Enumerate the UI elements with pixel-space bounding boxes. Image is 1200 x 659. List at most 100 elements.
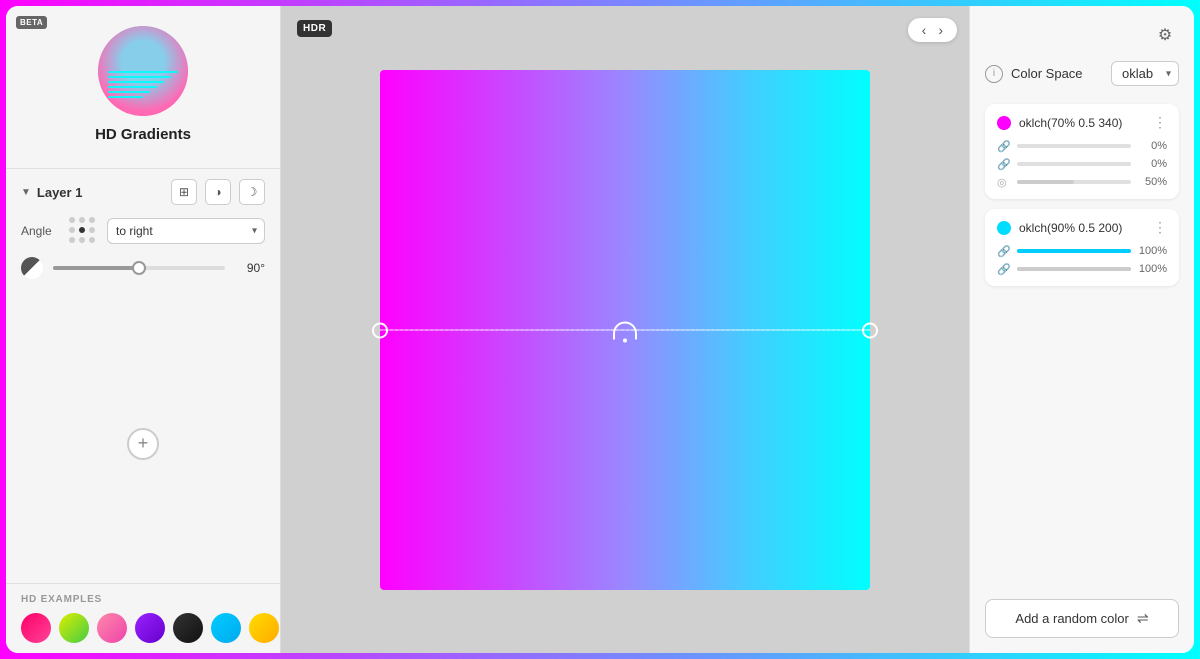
prev-btn[interactable]: ‹ (918, 22, 931, 38)
grid-icon-btn[interactable]: ⊞ (171, 179, 197, 205)
angle-label: Angle (21, 224, 59, 238)
link-icon-3: 🔗 (997, 244, 1011, 258)
angle-row: Angle to right to left to t (21, 217, 265, 245)
color-dot-1[interactable] (997, 116, 1011, 130)
slider-fill-2b (1017, 267, 1131, 271)
color-dot-2[interactable] (997, 221, 1011, 235)
slider-row-1a: 🔗 0% (997, 139, 1167, 153)
slider-track-1b[interactable] (1017, 162, 1131, 166)
slider-row-2b: 🔗 100% (997, 262, 1167, 276)
layer-section: ▼ Layer 1 ⊞ ◑ ☽ Angle (6, 168, 280, 304)
color-stop-2-header: oklch(90% 0.5 200) ⋮ (997, 219, 1167, 236)
collapse-arrow[interactable]: ▼ (21, 187, 31, 198)
add-btn-container: + (6, 304, 280, 583)
settings-area: ⚙ (985, 21, 1179, 49)
link-icon-1: 🔗 (997, 139, 1011, 153)
layer-title: Layer 1 (37, 185, 83, 200)
color-stop-2: oklch(90% 0.5 200) ⋮ 🔗 100% 🔗 100% (985, 209, 1179, 286)
link-icon-4: 🔗 (997, 262, 1011, 276)
color-space-wrapper[interactable]: oklab oklch srgb hsl (1111, 61, 1179, 86)
gradient-handle-left[interactable] (372, 322, 388, 338)
logo-lines (108, 71, 178, 101)
add-layer-button[interactable]: + (127, 428, 159, 460)
angle-slider-thumb[interactable] (132, 261, 146, 275)
dot-5-active[interactable] (79, 227, 85, 233)
slider-row-1c: ◎ 50% (997, 175, 1167, 189)
slider-track-1c[interactable] (1017, 180, 1131, 184)
dot-8[interactable] (79, 237, 85, 243)
swatch-pink[interactable] (97, 613, 127, 643)
add-random-button[interactable]: Add a random color ⇌ (985, 599, 1179, 638)
dot-1[interactable] (69, 217, 75, 223)
more-icon-2[interactable]: ⋮ (1153, 219, 1167, 236)
slider-value-1b: 0% (1137, 158, 1167, 170)
swatch-purple[interactable] (135, 613, 165, 643)
slider-row-2a: 🔗 100% (997, 244, 1167, 258)
info-icon[interactable]: i (985, 65, 1003, 83)
dot-9[interactable] (89, 237, 95, 243)
swatch-cyan[interactable] (211, 613, 241, 643)
hdr-badge: HDR (297, 20, 332, 37)
main-canvas: HDR ‹ › (281, 6, 969, 653)
angle-slider-row: 90° (21, 257, 265, 279)
next-btn[interactable]: › (934, 22, 947, 38)
dot-3[interactable] (89, 217, 95, 223)
slider-value-1a: 0% (1137, 140, 1167, 152)
color-stop-2-sliders: 🔗 100% 🔗 100% (997, 244, 1167, 276)
dot-4[interactable] (69, 227, 75, 233)
gradient-line (380, 329, 870, 330)
angle-select-wrapper[interactable]: to right to left to top to bottom (107, 218, 265, 244)
slider-track-2a[interactable] (1017, 249, 1131, 253)
panel-spacer (985, 296, 1179, 599)
slider-value-1c: 50% (1137, 176, 1167, 188)
dot-7[interactable] (69, 237, 75, 243)
swatch-pink-red[interactable] (21, 613, 51, 643)
slider-fill-1c (1017, 180, 1074, 184)
color-stop-1-sliders: 🔗 0% 🔗 0% ◎ (997, 139, 1167, 189)
gradient-handle-right[interactable] (862, 322, 878, 338)
slider-track-2b[interactable] (1017, 267, 1131, 271)
shuffle-icon: ⇌ (1137, 610, 1149, 627)
slider-value-2b: 100% (1137, 263, 1167, 275)
gradient-midpoint[interactable] (613, 321, 637, 339)
dots-grid[interactable] (69, 217, 97, 245)
gradient-preview (380, 70, 870, 590)
slider-row-1b: 🔗 0% (997, 157, 1167, 171)
app-title: HD Gradients (95, 126, 191, 143)
midpoint-dot (623, 338, 627, 342)
color-label-2: oklch(90% 0.5 200) (1019, 221, 1145, 235)
swatch-black[interactable] (173, 613, 203, 643)
slider-value-2a: 100% (1137, 245, 1167, 257)
opacity-icon-1: ◎ (997, 175, 1011, 189)
color-stop-1: oklch(70% 0.5 340) ⋮ 🔗 0% 🔗 0% (985, 104, 1179, 199)
more-icon-1[interactable]: ⋮ (1153, 114, 1167, 131)
color-swatches (21, 613, 265, 643)
hd-examples-section: HD EXAMPLES (6, 583, 280, 653)
canvas-nav: ‹ › (908, 18, 957, 42)
angle-select[interactable]: to right to left to top to bottom (107, 218, 265, 244)
app-logo (98, 26, 188, 116)
link-icon-2: 🔗 (997, 157, 1011, 171)
color-space-select[interactable]: oklab oklch srgb hsl (1111, 61, 1179, 86)
moon-icon-btn[interactable]: ☽ (239, 179, 265, 205)
slider-track-1a[interactable] (1017, 144, 1131, 148)
sidebar: BETA HD Gradients ▼ (6, 6, 281, 653)
color-stop-1-header: oklch(70% 0.5 340) ⋮ (997, 114, 1167, 131)
logo-area: BETA HD Gradients (6, 6, 280, 168)
angle-slider-fill (53, 266, 139, 270)
angle-slider-value: 90° (235, 261, 265, 275)
half-circle-icon-btn[interactable]: ◑ (205, 179, 231, 205)
slider-icon (21, 257, 43, 279)
color-space-row: i Color Space oklab oklch srgb hsl (985, 61, 1179, 86)
swatch-yellow[interactable] (249, 613, 279, 643)
settings-button[interactable]: ⚙ (1151, 21, 1179, 49)
layer-title-left: ▼ Layer 1 (21, 185, 82, 200)
dot-2[interactable] (79, 217, 85, 223)
color-label-1: oklch(70% 0.5 340) (1019, 116, 1145, 130)
layer-icons: ⊞ ◑ ☽ (171, 179, 265, 205)
dot-6[interactable] (89, 227, 95, 233)
angle-slider-track[interactable] (53, 266, 225, 270)
hd-examples-label: HD EXAMPLES (21, 594, 265, 605)
swatch-yellow-green[interactable] (59, 613, 89, 643)
add-random-label: Add a random color (1015, 611, 1128, 626)
